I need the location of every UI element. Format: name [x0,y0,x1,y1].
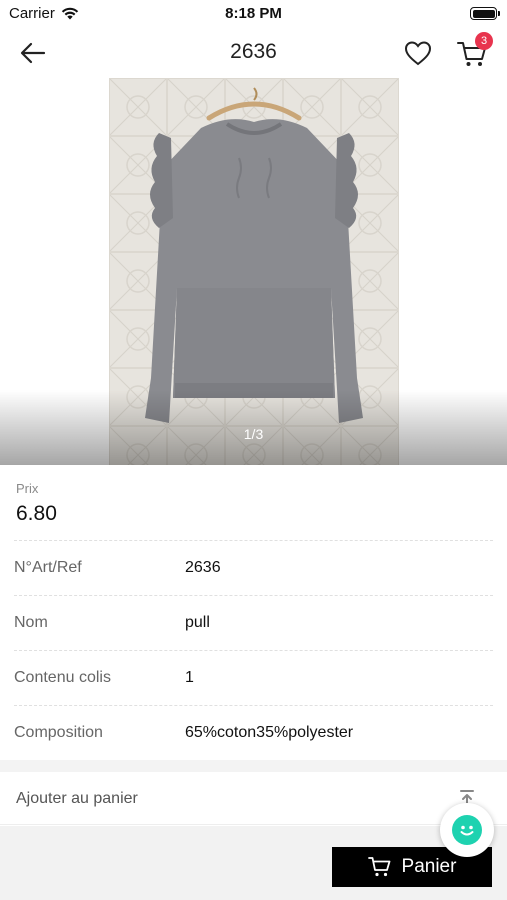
cart-icon [367,857,390,877]
cart-button-label: Panier [401,856,457,877]
chat-smile-icon [452,815,482,845]
add-to-cart-label: Ajouter au panier [16,790,138,807]
detail-value: pull [185,614,210,631]
detail-row-package: Contenu colis 1 [14,650,493,705]
section-divider [0,760,507,772]
bottom-bar: Panier [0,826,507,900]
detail-label: N°Art/Ref [14,559,82,576]
detail-label: Composition [14,724,103,741]
detail-label: Contenu colis [14,669,111,686]
detail-value: 1 [185,669,194,686]
detail-value: 65%coton35%polyester [185,724,354,741]
price-value: 6.80 [16,502,57,525]
detail-row-name: Nom pull [14,595,493,650]
product-details: N°Art/Ref 2636 Nom pull Contenu colis 1 … [0,540,507,760]
price-block: Prix 6.80 [0,465,507,540]
nav-bar: 2636 [0,28,507,78]
favorite-heart-icon[interactable] [403,39,433,67]
product-gallery[interactable]: 1/3 [0,78,507,465]
chat-button[interactable] [440,803,494,857]
detail-label: Nom [14,614,48,631]
gallery-pager: 1/3 [243,426,264,442]
status-time: 8:18 PM [225,5,282,22]
back-arrow-icon[interactable] [18,40,48,66]
detail-row-ref: N°Art/Ref 2636 [14,540,493,595]
price-label: Prix [16,481,39,496]
battery-icon [470,7,500,20]
cart-count-badge: 3 [475,32,493,50]
detail-row-composition: Composition 65%coton35%polyester [14,705,493,760]
detail-value: 2636 [185,559,221,576]
add-to-cart-row[interactable]: Ajouter au panier [0,772,507,825]
status-bar: Carrier 8:18 PM [0,0,507,28]
